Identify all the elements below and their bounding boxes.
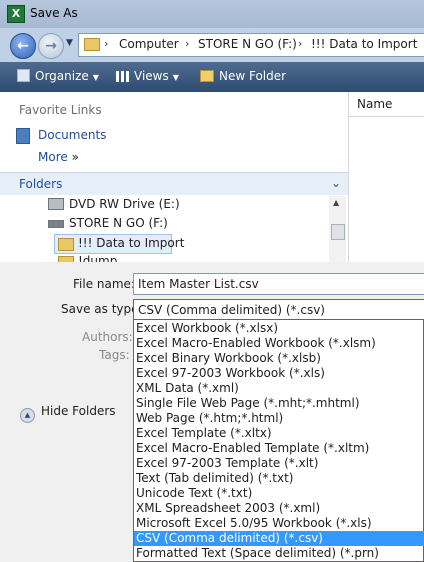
scroll-up-icon[interactable]: ▲ — [333, 198, 339, 207]
back-arrow-icon: ← — [17, 38, 29, 54]
save-type-option[interactable]: Unicode Text (*.txt) — [134, 486, 424, 501]
save-type-option[interactable]: Excel Workbook (*.xlsx) — [134, 321, 424, 336]
documents-icon — [16, 128, 30, 144]
chevron-down-icon: ▼ — [172, 73, 179, 82]
column-header-name[interactable]: Name — [349, 92, 424, 117]
tree-item-data-to-import[interactable]: !!! Data to Import — [78, 236, 184, 250]
usb-drive-icon — [48, 220, 64, 228]
title-bar[interactable]: X Save As — [0, 0, 424, 28]
save-type-option[interactable]: Excel Template (*.xltx) — [134, 426, 424, 441]
navigation-pane: Favorite Links Documents More » Folders … — [0, 92, 348, 354]
forward-button[interactable]: → — [38, 33, 64, 59]
views-icon — [116, 71, 129, 82]
save-type-option[interactable]: Excel Macro-Enabled Template (*.xltm) — [134, 441, 424, 456]
more-link[interactable]: More » — [38, 150, 79, 164]
tree-item-dump[interactable]: !dump — [78, 254, 117, 262]
save-type-option[interactable]: Excel Binary Workbook (*.xlsb) — [134, 351, 424, 366]
save-type-option-selected[interactable]: CSV (Comma delimited) (*.csv) — [134, 531, 424, 546]
folders-header[interactable]: Folders ⌄ — [0, 172, 348, 195]
save-type-option[interactable]: Text (Tab delimited) (*.txt) — [134, 471, 424, 486]
organize-label: Organize — [35, 69, 89, 83]
chevron-down-icon[interactable]: ⌄ — [331, 176, 341, 190]
hide-folders-button[interactable]: ▲ Hide Folders — [20, 404, 116, 423]
breadcrumb-separator-icon[interactable]: › — [298, 37, 302, 50]
address-bar[interactable]: › Computer › STORE N GO (F:) › !!! Data … — [78, 33, 424, 57]
breadcrumb-drive[interactable]: STORE N GO (F:) — [198, 37, 297, 51]
command-toolbar: Organize ▼ Views ▼ New Folder — [0, 62, 424, 92]
views-button[interactable]: Views ▼ — [116, 69, 179, 83]
scrollbar-thumb[interactable] — [331, 224, 345, 240]
favorite-links-header: Favorite Links — [19, 103, 102, 117]
organize-button[interactable]: Organize ▼ — [17, 69, 99, 83]
window-title: Save As — [30, 6, 78, 20]
column-name-label: Name — [357, 97, 393, 111]
file-name-label: File name: — [73, 277, 135, 291]
more-label: More — [38, 150, 68, 164]
save-type-option[interactable]: XML Data (*.xml) — [134, 381, 424, 396]
views-label: Views — [134, 69, 169, 83]
breadcrumb-separator-icon[interactable]: › — [185, 37, 189, 50]
dvd-drive-icon — [48, 198, 64, 210]
save-type-option[interactable]: Web Page (*.htm;*.html) — [134, 411, 424, 426]
organize-icon — [17, 69, 30, 82]
save-type-option[interactable]: Single File Web Page (*.mht;*.mhtml) — [134, 396, 424, 411]
breadcrumb-separator-icon[interactable]: › — [104, 37, 108, 50]
save-type-option[interactable]: Microsoft Excel 5.0/95 Workbook (*.xls) — [134, 516, 424, 531]
excel-app-icon: X — [7, 5, 25, 23]
save-type-option[interactable]: Excel 97-2003 Workbook (*.xls) — [134, 366, 424, 381]
folder-icon — [58, 238, 74, 251]
tags-label: Tags: — [99, 348, 130, 362]
file-name-value: Item Master List.csv — [138, 277, 259, 291]
authors-label: Authors: — [82, 330, 133, 344]
documents-link[interactable]: Documents — [38, 128, 106, 142]
save-type-option[interactable]: Excel 97-2003 Template (*.xlt) — [134, 456, 424, 471]
breadcrumb-computer[interactable]: Computer — [119, 37, 179, 51]
chevron-down-icon: ▼ — [92, 73, 99, 82]
new-folder-button[interactable]: New Folder — [200, 69, 286, 83]
save-type-option[interactable]: Formatted Text (Space delimited) (*.prn) — [134, 546, 424, 561]
file-list-pane[interactable]: Name — [348, 92, 424, 262]
save-type-select[interactable]: CSV (Comma delimited) (*.csv) — [133, 299, 424, 321]
collapse-up-icon: ▲ — [20, 408, 35, 423]
hide-folders-label: Hide Folders — [41, 404, 116, 418]
save-type-label: Save as type: — [61, 302, 143, 316]
double-chevron-icon: » — [71, 150, 79, 164]
history-dropdown-icon[interactable]: ▼ — [66, 38, 73, 48]
save-type-value: CSV (Comma delimited) (*.csv) — [138, 303, 325, 317]
breadcrumb-current-folder[interactable]: !!! Data to Import — [311, 37, 417, 51]
back-button[interactable]: ← — [10, 33, 36, 59]
folders-label: Folders — [19, 177, 63, 191]
tree-item-dvd-drive[interactable]: DVD RW Drive (E:) — [69, 197, 180, 211]
forward-arrow-icon: → — [45, 38, 57, 54]
file-name-input[interactable]: Item Master List.csv — [133, 273, 424, 295]
save-type-option[interactable]: Excel Macro-Enabled Workbook (*.xlsm) — [134, 336, 424, 351]
folder-icon — [84, 38, 100, 51]
save-type-option[interactable]: XML Spreadsheet 2003 (*.xml) — [134, 501, 424, 516]
tree-item-store-n-go[interactable]: STORE N GO (F:) — [69, 216, 168, 230]
new-folder-icon — [200, 70, 214, 82]
save-type-dropdown-list[interactable]: Excel Workbook (*.xlsx) Excel Macro-Enab… — [133, 319, 424, 562]
new-folder-label: New Folder — [219, 69, 287, 83]
